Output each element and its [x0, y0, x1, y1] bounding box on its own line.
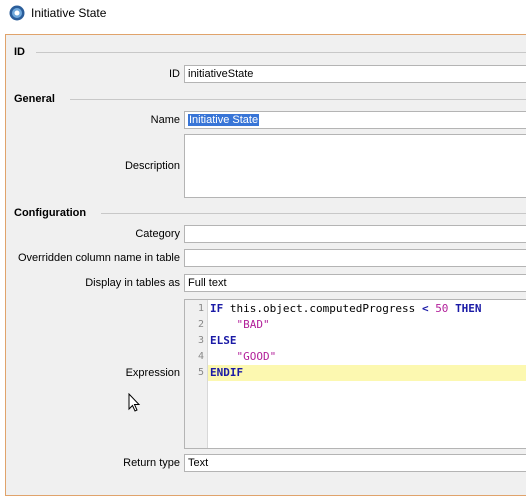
- section-configuration-header: Configuration: [14, 207, 87, 219]
- string-token: "GOOD": [236, 350, 277, 363]
- section-id-divider: [36, 52, 526, 53]
- keyword-token: ENDIF: [210, 366, 244, 379]
- title-bar: Initiative State: [0, 0, 526, 28]
- description-label: Description: [124, 160, 180, 172]
- mouse-pointer-icon: [128, 393, 141, 412]
- number-token: 50: [435, 302, 449, 315]
- code-line: "GOOD": [210, 350, 277, 363]
- category-field[interactable]: [184, 225, 526, 243]
- code-line: ENDIF: [210, 366, 243, 379]
- line-number: 2: [197, 319, 204, 330]
- return-type-select[interactable]: Text: [184, 454, 526, 472]
- name-label: Name: [150, 114, 180, 126]
- line-number: 4: [197, 351, 204, 362]
- display-in-tables-value: Full text: [188, 277, 227, 289]
- id-field[interactable]: initiativeState: [184, 65, 526, 83]
- line-number: 5: [197, 367, 204, 378]
- display-in-tables-label: Display in tables as: [85, 277, 180, 289]
- current-line-highlight: [208, 365, 526, 381]
- return-type-label: Return type: [123, 457, 180, 469]
- section-id-header: ID: [14, 46, 25, 58]
- section-general-divider: [70, 99, 526, 100]
- code-line: "BAD": [210, 318, 270, 331]
- code-line: ELSE: [210, 334, 237, 347]
- id-label: ID: [169, 68, 180, 80]
- name-field[interactable]: Initiative State: [184, 111, 526, 129]
- keyword-token: IF: [210, 302, 224, 315]
- expression-label: Expression: [125, 367, 180, 379]
- return-type-value: Text: [188, 457, 209, 469]
- app-icon: [9, 5, 25, 21]
- category-label: Category: [135, 228, 180, 240]
- code-line: IF this.object.computedProgress < 50 THE…: [210, 302, 482, 315]
- string-token: "BAD": [236, 318, 270, 331]
- keyword-token: THEN: [455, 302, 482, 315]
- section-configuration-divider: [101, 213, 526, 214]
- section-general-header: General: [14, 93, 55, 105]
- id-value: initiativeState: [188, 68, 254, 80]
- operator-token: <: [421, 302, 429, 315]
- code-token: this.object.computedProgress: [223, 302, 422, 315]
- overridden-column-name-label: Overridden column name in table: [17, 252, 180, 264]
- window-title: Initiative State: [31, 6, 107, 20]
- line-number: 1: [197, 303, 204, 314]
- overridden-column-name-field[interactable]: [184, 249, 526, 267]
- expression-editor[interactable]: 1 2 3 4 5 IF this.object.computedProgres…: [184, 299, 526, 449]
- keyword-token: ELSE: [210, 334, 237, 347]
- display-in-tables-select[interactable]: Full text: [184, 274, 526, 292]
- description-field[interactable]: [184, 134, 526, 198]
- name-value: Initiative State: [188, 114, 260, 126]
- line-number: 3: [197, 335, 204, 346]
